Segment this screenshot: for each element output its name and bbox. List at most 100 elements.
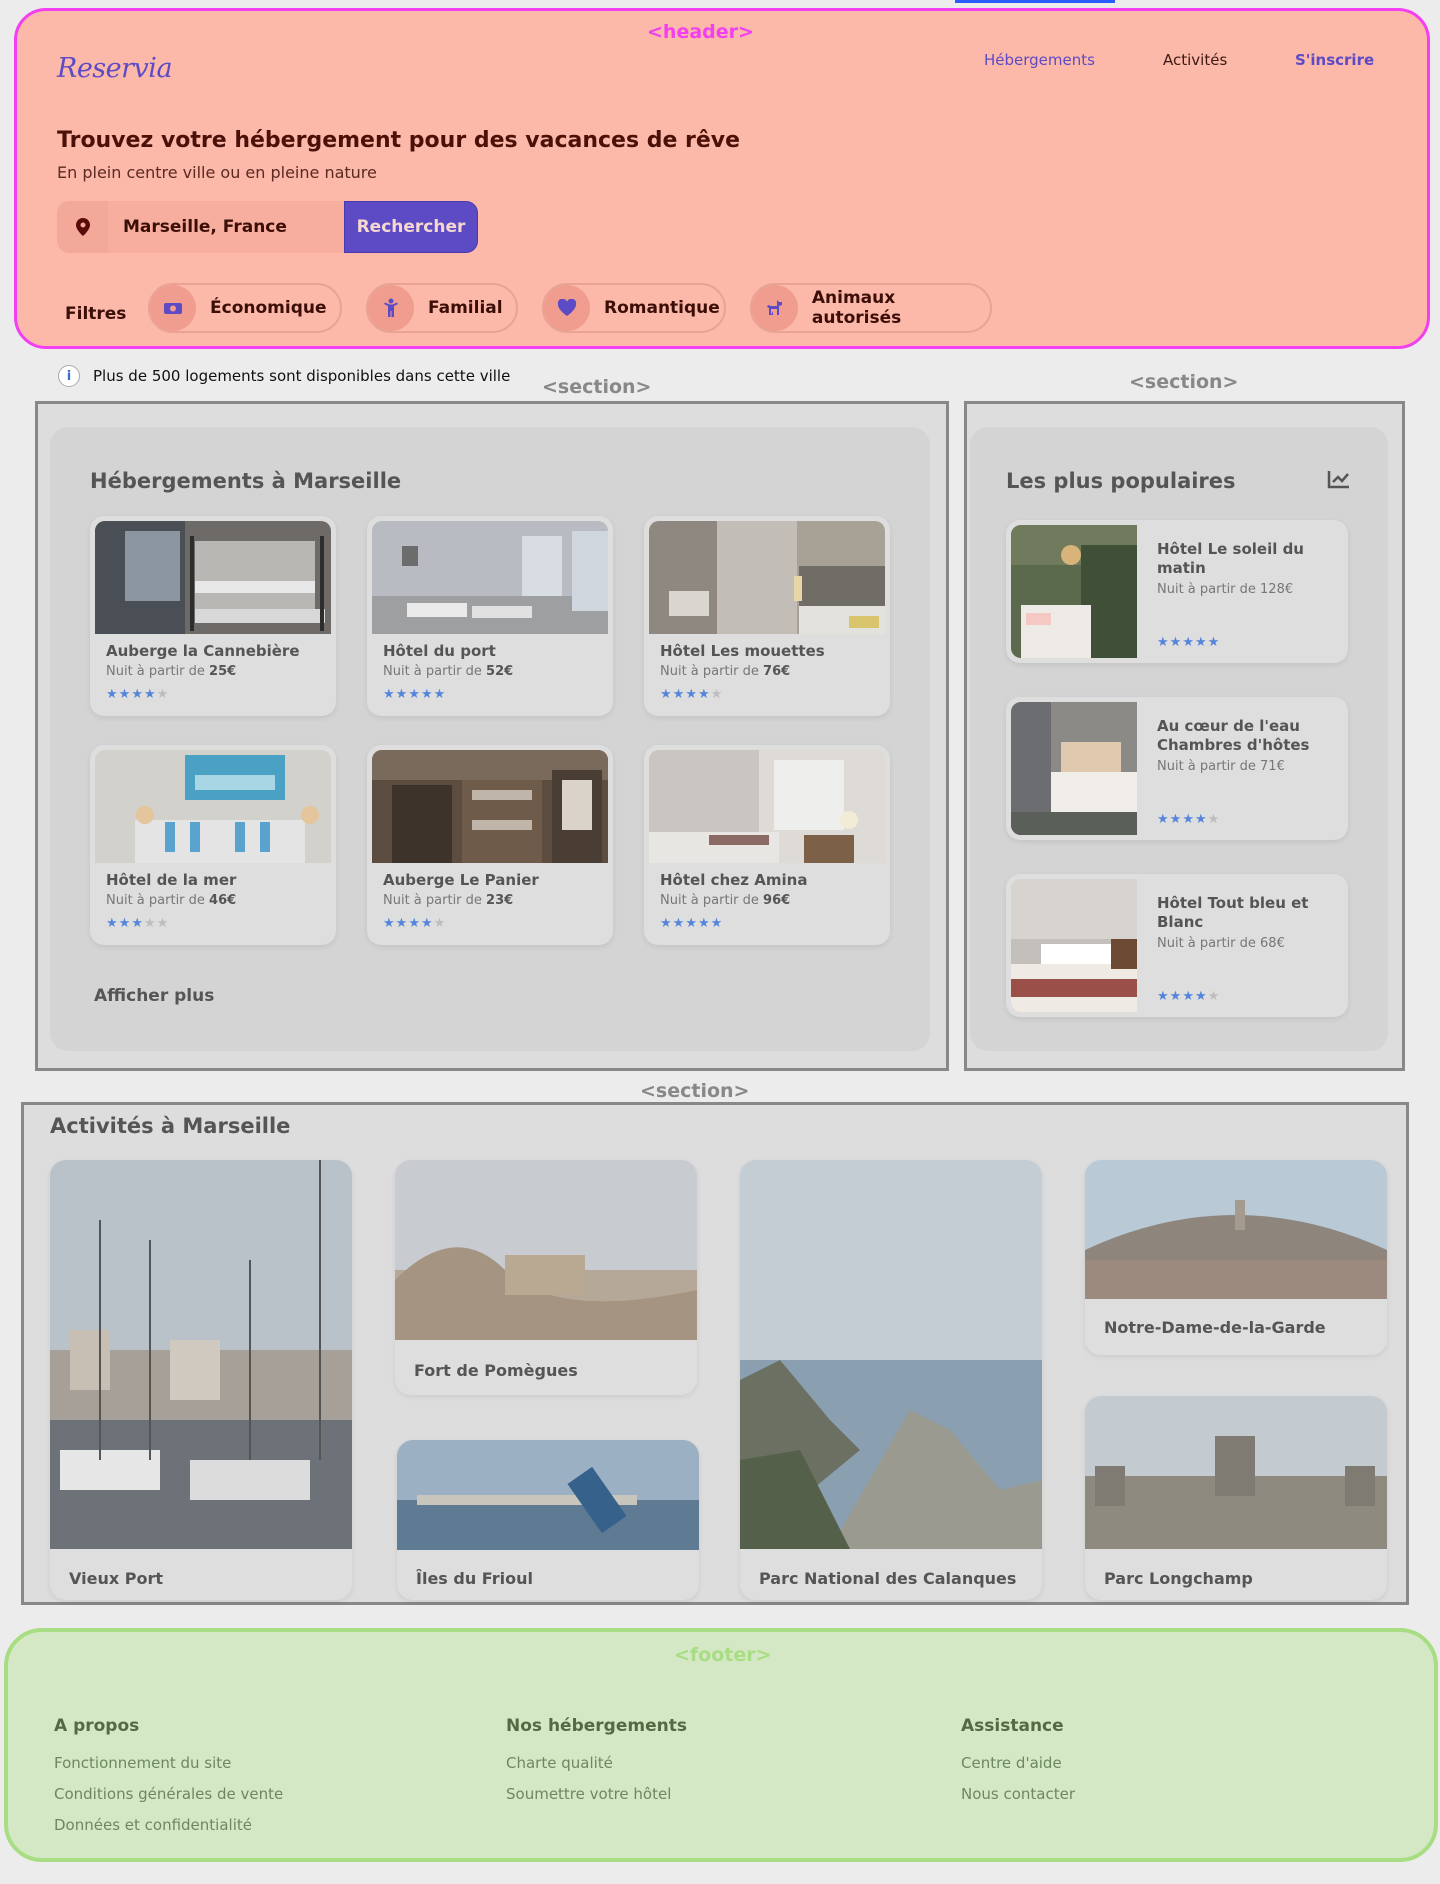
hotel-photo [372,750,608,863]
star-icon: ★ [383,916,396,931]
hotel-price: Nuit à partir de 23€ [383,893,514,908]
filter-label: Animaux autorisés [811,288,902,328]
rating-stars: ★★★★★ [383,916,446,931]
hotel-photo [372,521,608,634]
filter-romantique[interactable]: Romantique [542,283,726,333]
rating-stars: ★★★★★ [660,687,723,702]
star-icon: ★ [1169,812,1183,827]
star-icon: ★ [1182,989,1195,1004]
star-icon: ★ [1157,635,1170,650]
nav-signup[interactable]: S'inscrire [1295,51,1374,69]
activity-card[interactable]: Parc Longchamp [1085,1396,1387,1600]
star-icon: ★ [433,687,447,702]
footer-link[interactable]: Données et confidentialité [54,1816,252,1834]
activity-name: Parc Longchamp [1104,1569,1253,1588]
star-icon: ★ [1207,812,1221,827]
hotel-price: Nuit à partir de 52€ [383,664,514,679]
hotel-name: Auberge la Cannebière [106,642,300,660]
popular-price: Nuit à partir de 68€ [1157,936,1285,951]
star-icon: ★ [118,687,132,702]
hotel-card[interactable]: Hôtel de la mer Nuit à partir de 46€ ★★★… [90,745,336,945]
star-icon: ★ [420,916,434,931]
logo[interactable]: Reservia [57,53,173,84]
hotel-photo [95,750,331,863]
star-icon: ★ [383,687,396,702]
activity-name: Notre-Dame-de-la-Garde [1104,1318,1326,1337]
star-icon: ★ [1157,989,1170,1004]
hotel-card[interactable]: Hôtel chez Amina Nuit à partir de 96€ ★★… [644,745,890,945]
popular-name: Hôtel Le soleil du matin [1157,540,1304,577]
footer-link[interactable]: Centre d'aide [961,1754,1062,1772]
hotel-name: Hôtel chez Amina [660,871,808,889]
show-more-link[interactable]: Afficher plus [94,986,214,1006]
filter-familial[interactable]: Familial [366,283,518,333]
search-bar: Marseille, France Rechercher [57,201,478,253]
activity-photo [50,1160,352,1549]
filter-label: Familial [428,298,503,318]
activity-card[interactable]: Fort de Pomègues [395,1160,697,1395]
star-icon: ★ [106,916,119,931]
hotel-card[interactable]: Hôtel du port Nuit à partir de 52€ ★★★★★ [367,516,613,716]
hotel-photo [649,521,885,634]
footer-link[interactable]: Conditions générales de vente [54,1785,283,1803]
filter-economique[interactable]: Économique [148,283,342,333]
footer-tag-label: <footer> [674,1644,772,1666]
nav-activites[interactable]: Activités [1163,51,1227,69]
hotel-price: Nuit à partir de 46€ [106,893,237,908]
star-icon: ★ [106,687,119,702]
star-icon: ★ [156,916,170,931]
search-input[interactable]: Marseille, France [108,201,344,253]
popular-price: Nuit à partir de 71€ [1157,759,1285,774]
activity-name: Parc National des Calanques [759,1569,1017,1588]
hotel-name: Hôtel Les mouettes [660,642,825,660]
popular-photo [1011,879,1137,1012]
filter-animaux[interactable]: Animaux autorisés [750,283,992,333]
footer-link[interactable]: Charte qualité [506,1754,613,1772]
popular-name: Au cœur de l'eau Chambres d'hôtes [1157,717,1310,754]
star-icon: ★ [685,687,698,702]
footer-link[interactable]: Fonctionnement du site [54,1754,231,1772]
star-icon: ★ [1182,812,1195,827]
activity-card[interactable]: Notre-Dame-de-la-Garde [1085,1160,1387,1355]
hotel-card[interactable]: Auberge la Cannebière Nuit à partir de 2… [90,516,336,716]
info-text: Plus de 500 logements sont disponibles d… [93,367,511,385]
rating-stars: ★★★★★ [1157,989,1220,1004]
activity-card[interactable]: Îles du Frioul [397,1440,699,1600]
footer-link[interactable]: Nous contacter [961,1785,1075,1803]
popular-photo [1011,525,1137,658]
popular-item[interactable]: Hôtel Le soleil du matin Nuit à partir d… [1006,520,1348,663]
popular-item[interactable]: Hôtel Tout bleu et Blanc Nuit à partir d… [1006,874,1348,1017]
star-icon: ★ [143,687,157,702]
page-subtitle: En plein centre ville ou en pleine natur… [57,163,377,182]
star-icon: ★ [131,687,144,702]
activity-card[interactable]: Parc National des Calanques [740,1160,1042,1600]
rating-stars: ★★★★★ [106,916,169,931]
nav-hebergements[interactable]: Hébergements [984,51,1095,69]
star-icon: ★ [710,916,724,931]
activity-photo [1085,1396,1387,1549]
activity-card[interactable]: Vieux Port [50,1160,352,1600]
rating-stars: ★★★★★ [1157,812,1220,827]
popular-name: Hôtel Tout bleu et Blanc [1157,894,1309,931]
hotel-name: Hôtel du port [383,642,496,660]
star-icon: ★ [1169,989,1183,1004]
footer-link[interactable]: Soumettre votre hôtel [506,1785,671,1803]
hotel-card[interactable]: Auberge Le Panier Nuit à partir de 23€ ★… [367,745,613,945]
trending-chart-icon [1327,469,1351,493]
activity-photo [1085,1160,1387,1299]
star-icon: ★ [660,916,673,931]
populaires-title: Les plus populaires [1006,469,1236,493]
heart-icon [544,285,590,331]
section-tag-label: <section> [640,1080,750,1102]
hotel-card[interactable]: Hôtel Les mouettes Nuit à partir de 76€ … [644,516,890,716]
info-icon: i [58,365,80,387]
hebergements-title: Hébergements à Marseille [90,469,402,493]
star-icon: ★ [395,687,409,702]
header: <header> Reservia Hébergements Activités… [14,8,1430,349]
hotel-photo [95,521,331,634]
search-button[interactable]: Rechercher [344,201,478,253]
popular-item[interactable]: Au cœur de l'eau Chambres d'hôtes Nuit à… [1006,697,1348,840]
star-icon: ★ [433,916,447,931]
star-icon: ★ [156,687,170,702]
star-icon: ★ [1182,635,1195,650]
